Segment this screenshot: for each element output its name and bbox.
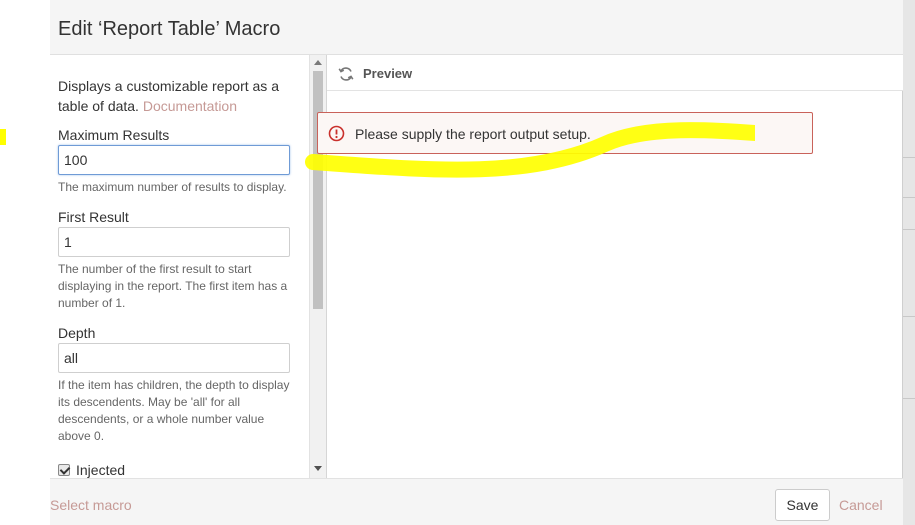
- macro-description: Displays a customizable report as a tabl…: [58, 76, 298, 116]
- dialog-title: Edit ‘Report Table’ Macro: [58, 18, 281, 40]
- preview-title: Preview: [363, 66, 413, 81]
- injected-checkbox[interactable]: [58, 464, 70, 476]
- maximum-results-help: The maximum number of results to display…: [58, 180, 287, 194]
- maximum-results-label: Maximum Results: [58, 127, 170, 143]
- macro-dialog: Edit ‘Report Table’ Macro Displays a cus…: [50, 0, 903, 525]
- scroll-down-arrow[interactable]: [314, 466, 322, 471]
- error-circle-icon: [328, 125, 345, 142]
- documentation-link[interactable]: Documentation: [143, 98, 237, 114]
- background-divider: [903, 316, 915, 317]
- scroll-up-arrow[interactable]: [314, 60, 322, 65]
- maximum-results-input[interactable]: [58, 145, 290, 175]
- injected-option[interactable]: Injected: [58, 462, 125, 478]
- select-macro-link[interactable]: Select macro: [50, 497, 132, 513]
- settings-panel[interactable]: Displays a customizable report as a tabl…: [50, 55, 326, 478]
- page-background-right: [903, 0, 915, 525]
- first-result-label: First Result: [58, 209, 129, 225]
- background-divider: [903, 398, 915, 399]
- background-divider: [903, 197, 915, 198]
- depth-input[interactable]: [58, 343, 290, 373]
- error-message-text: Please supply the report output setup.: [355, 126, 591, 142]
- first-result-input[interactable]: [58, 227, 290, 257]
- depth-label: Depth: [58, 325, 96, 341]
- injected-label: Injected: [76, 462, 126, 478]
- error-message-box: Please supply the report output setup.: [317, 112, 813, 154]
- page-background-left: [0, 0, 50, 525]
- save-button[interactable]: Save: [775, 489, 830, 521]
- first-result-help: The number of the first result to start …: [58, 262, 288, 310]
- depth-help: If the item has children, the depth to d…: [58, 378, 290, 443]
- highlight-marker-left: [0, 129, 6, 145]
- dialog-header: Edit ‘Report Table’ Macro: [50, 0, 903, 55]
- dialog-footer: Select macro Save Cancel: [50, 478, 903, 525]
- scroll-thumb[interactable]: [313, 71, 323, 309]
- refresh-icon[interactable]: [338, 66, 354, 82]
- preview-header: Preview: [327, 55, 903, 91]
- cancel-link[interactable]: Cancel: [839, 497, 883, 513]
- background-divider: [903, 229, 915, 230]
- background-divider: [903, 157, 915, 158]
